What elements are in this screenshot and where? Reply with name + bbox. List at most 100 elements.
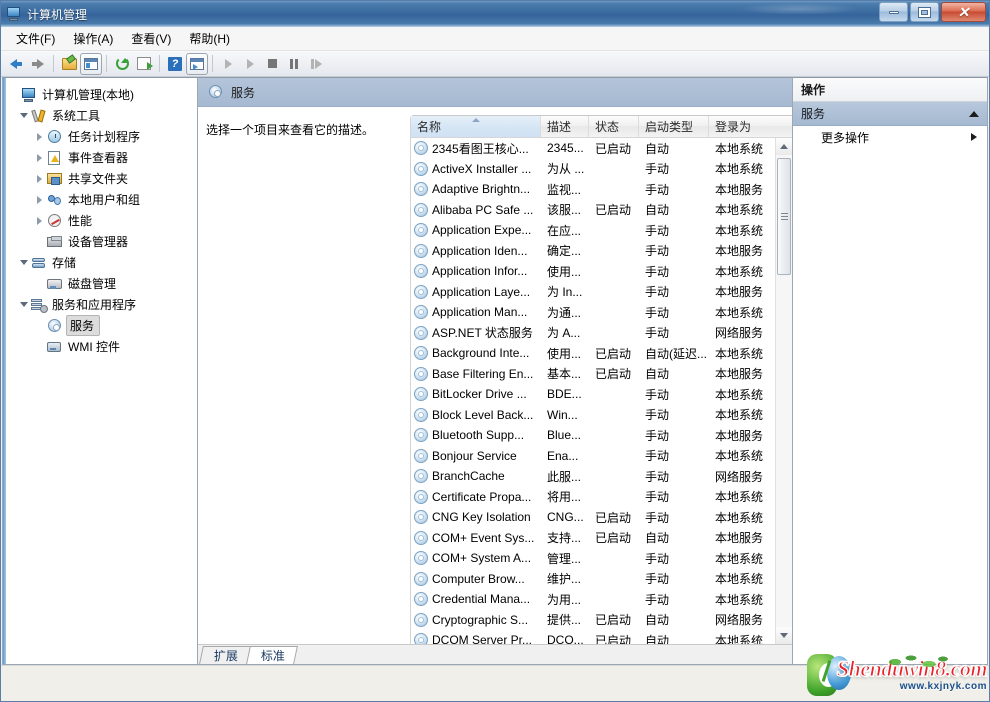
cell-logon-as: 本地系统 <box>715 203 764 218</box>
action-more-actions[interactable]: 更多操作 <box>793 126 987 148</box>
menu-help[interactable]: 帮助(H) <box>180 27 239 50</box>
services-rows[interactable]: 2345看图王核心... 2345... 已启动 自动 本地系统 ActiveX Inst… <box>411 138 775 644</box>
cell-logon-as: 本地系统 <box>715 490 764 505</box>
services-scrollbar[interactable] <box>775 138 792 644</box>
tab-standard[interactable]: 标准 <box>246 646 298 664</box>
main-body: 计算机管理(本地) 系统工具 任务计划程序 事件查看器 共享文件夹 本地用户和组… <box>1 77 989 665</box>
details-content: 选择一个项目来查看它的描述。 名称 描述 状态 启动类型 登录为 2345看图王… <box>198 107 792 644</box>
cell-text: Base Filtering En... <box>432 366 534 381</box>
up-folder-icon[interactable] <box>58 53 80 75</box>
scroll-down-button[interactable] <box>776 627 792 644</box>
help-icon[interactable]: ? <box>164 53 186 75</box>
table-row[interactable]: Credential Mana... 为用... 手动 本地系统 <box>411 589 775 610</box>
tree-twisty-closed[interactable] <box>33 216 47 225</box>
menu-view[interactable]: 查看(V) <box>122 27 180 50</box>
menu-action[interactable]: 操作(A) <box>64 27 122 50</box>
scrollbar-thumb[interactable] <box>777 158 791 275</box>
tree-node-storage[interactable]: 存储 <box>3 252 197 273</box>
tree-twisty-closed[interactable] <box>33 195 47 204</box>
title-bar[interactable]: 计算机管理 ✕ <box>1 1 989 27</box>
stop-service-icon[interactable] <box>261 53 283 75</box>
table-row[interactable]: Cryptographic S... 提供... 已启动 自动 网络服务 <box>411 610 775 631</box>
table-row[interactable]: Bonjour Service Ena... 手动 本地系统 <box>411 446 775 467</box>
tree-twisty-closed[interactable] <box>33 153 47 162</box>
column-description[interactable]: 描述 <box>541 116 589 137</box>
refresh-icon[interactable] <box>111 53 133 75</box>
restart-service-icon[interactable] <box>305 53 327 75</box>
toolbar-separator <box>106 55 107 72</box>
scrollbar-track[interactable] <box>776 155 792 627</box>
tree-node-label: 服务 <box>66 315 101 336</box>
table-row[interactable]: Block Level Back... Win... 手动 本地系统 <box>411 405 775 426</box>
tree-node-services-and-applications[interactable]: 服务和应用程序 <box>3 294 197 315</box>
table-row[interactable]: CNG Key Isolation CNG... 已启动 手动 本地系统 <box>411 507 775 528</box>
pause-service-icon[interactable] <box>283 53 305 75</box>
tree-node-root[interactable]: 计算机管理(本地) <box>3 84 197 105</box>
close-button[interactable]: ✕ <box>941 2 986 22</box>
table-row[interactable]: BranchCache 此服... 手动 网络服务 <box>411 466 775 487</box>
tree-node-services[interactable]: 服务 <box>3 315 197 336</box>
tree-node-performance[interactable]: 性能 <box>3 210 197 231</box>
table-row[interactable]: COM+ System A... 管理... 手动 本地系统 <box>411 548 775 569</box>
service-gear-icon <box>414 223 428 238</box>
column-status[interactable]: 状态 <box>589 116 639 137</box>
table-row[interactable]: Alibaba PC Safe ... 该服... 已启动 自动 本地系统 <box>411 200 775 221</box>
tree-twisty-closed[interactable] <box>33 174 47 183</box>
tab-extended[interactable]: 扩展 <box>199 646 251 664</box>
tree-node-wmi-control[interactable]: WMI 控件 <box>3 336 197 357</box>
show-hide-tree-icon[interactable] <box>80 52 102 75</box>
tree-node-device-manager[interactable]: 设备管理器 <box>3 231 197 252</box>
tree-node-local-users-groups[interactable]: 本地用户和组 <box>3 189 197 210</box>
tree-node-shared-folders[interactable]: 共享文件夹 <box>3 168 197 189</box>
forward-icon[interactable] <box>27 53 49 75</box>
tree-node-event-viewer[interactable]: 事件查看器 <box>3 147 197 168</box>
table-row[interactable]: Certificate Propa... 将用... 手动 本地系统 <box>411 487 775 508</box>
collapse-up-icon[interactable] <box>969 110 979 117</box>
table-row[interactable]: 2345看图王核心... 2345... 已启动 自动 本地系统 <box>411 138 775 159</box>
column-logon-as[interactable]: 登录为 <box>709 116 773 137</box>
table-row[interactable]: ActiveX Installer ... 为从 ... 手动 本地系统 <box>411 159 775 180</box>
table-row[interactable]: ASP.NET 状态服务为 A... 手动 网络服务 <box>411 323 775 344</box>
table-row[interactable]: COM+ Event Sys... 支持... 已启动 自动 本地服务 <box>411 528 775 549</box>
menu-file[interactable]: 文件(F) <box>7 27 64 50</box>
table-row[interactable]: Application Iden... 确定... 手动 本地服务 <box>411 241 775 262</box>
tree-twisty-open[interactable] <box>17 260 31 265</box>
column-startup-type[interactable]: 启动类型 <box>639 116 709 137</box>
cell-logon-as: 本地服务 <box>715 285 764 300</box>
back-icon[interactable] <box>5 53 27 75</box>
table-row[interactable]: Background Inte... 使用... 已启动 自动(延迟... 本地系统 <box>411 343 775 364</box>
cell-name: Application Infor... <box>411 264 541 279</box>
table-row[interactable]: BitLocker Drive ... BDE... 手动 本地系统 <box>411 384 775 405</box>
table-row[interactable]: Computer Brow... 维护... 手动 本地系统 <box>411 569 775 590</box>
table-row[interactable]: Base Filtering En... 基本... 已启动 自动 本地服务 <box>411 364 775 385</box>
tree-twisty-open[interactable] <box>17 302 31 307</box>
cell-description: CNG... <box>547 510 584 525</box>
show-action-pane-icon[interactable] <box>186 52 208 75</box>
resume-service-icon[interactable] <box>239 53 261 75</box>
maximize-button[interactable] <box>910 2 939 22</box>
tree-twisty-closed[interactable] <box>33 132 47 141</box>
table-row[interactable]: DCOM Server Pr... DCO... 已启动 自动 本地系统 <box>411 630 775 644</box>
table-row[interactable]: Application Man... 为通... 手动 本地系统 <box>411 302 775 323</box>
cell-startup-type: 自动 <box>645 613 670 628</box>
performance-icon <box>47 213 64 229</box>
table-row[interactable]: Bluetooth Supp... Blue... 手动 本地服务 <box>411 425 775 446</box>
cell-status: 已启动 <box>595 510 632 525</box>
table-row[interactable]: Application Infor... 使用... 手动 本地系统 <box>411 261 775 282</box>
cell-text: ASP.NET 状态服务 <box>432 326 533 341</box>
tree-node-disk-management[interactable]: 磁盘管理 <box>3 273 197 294</box>
actions-group-services[interactable]: 服务 <box>793 102 987 126</box>
cell-logon-as: 本地系统 <box>715 387 764 402</box>
minimize-button[interactable] <box>879 2 908 22</box>
scroll-up-button[interactable] <box>776 138 792 155</box>
table-row[interactable]: Adaptive Brightn... 监视... 手动 本地服务 <box>411 179 775 200</box>
start-service-icon[interactable] <box>217 53 239 75</box>
tree-node-system-tools[interactable]: 系统工具 <box>3 105 197 126</box>
tree-node-task-scheduler[interactable]: 任务计划程序 <box>3 126 197 147</box>
column-name[interactable]: 名称 <box>411 116 541 137</box>
cell-startup-type: 自动 <box>645 367 670 382</box>
table-row[interactable]: Application Laye... 为 In... 手动 本地服务 <box>411 282 775 303</box>
tree-twisty-open[interactable] <box>17 113 31 118</box>
export-list-icon[interactable] <box>133 53 155 75</box>
table-row[interactable]: Application Expe... 在应... 手动 本地系统 <box>411 220 775 241</box>
